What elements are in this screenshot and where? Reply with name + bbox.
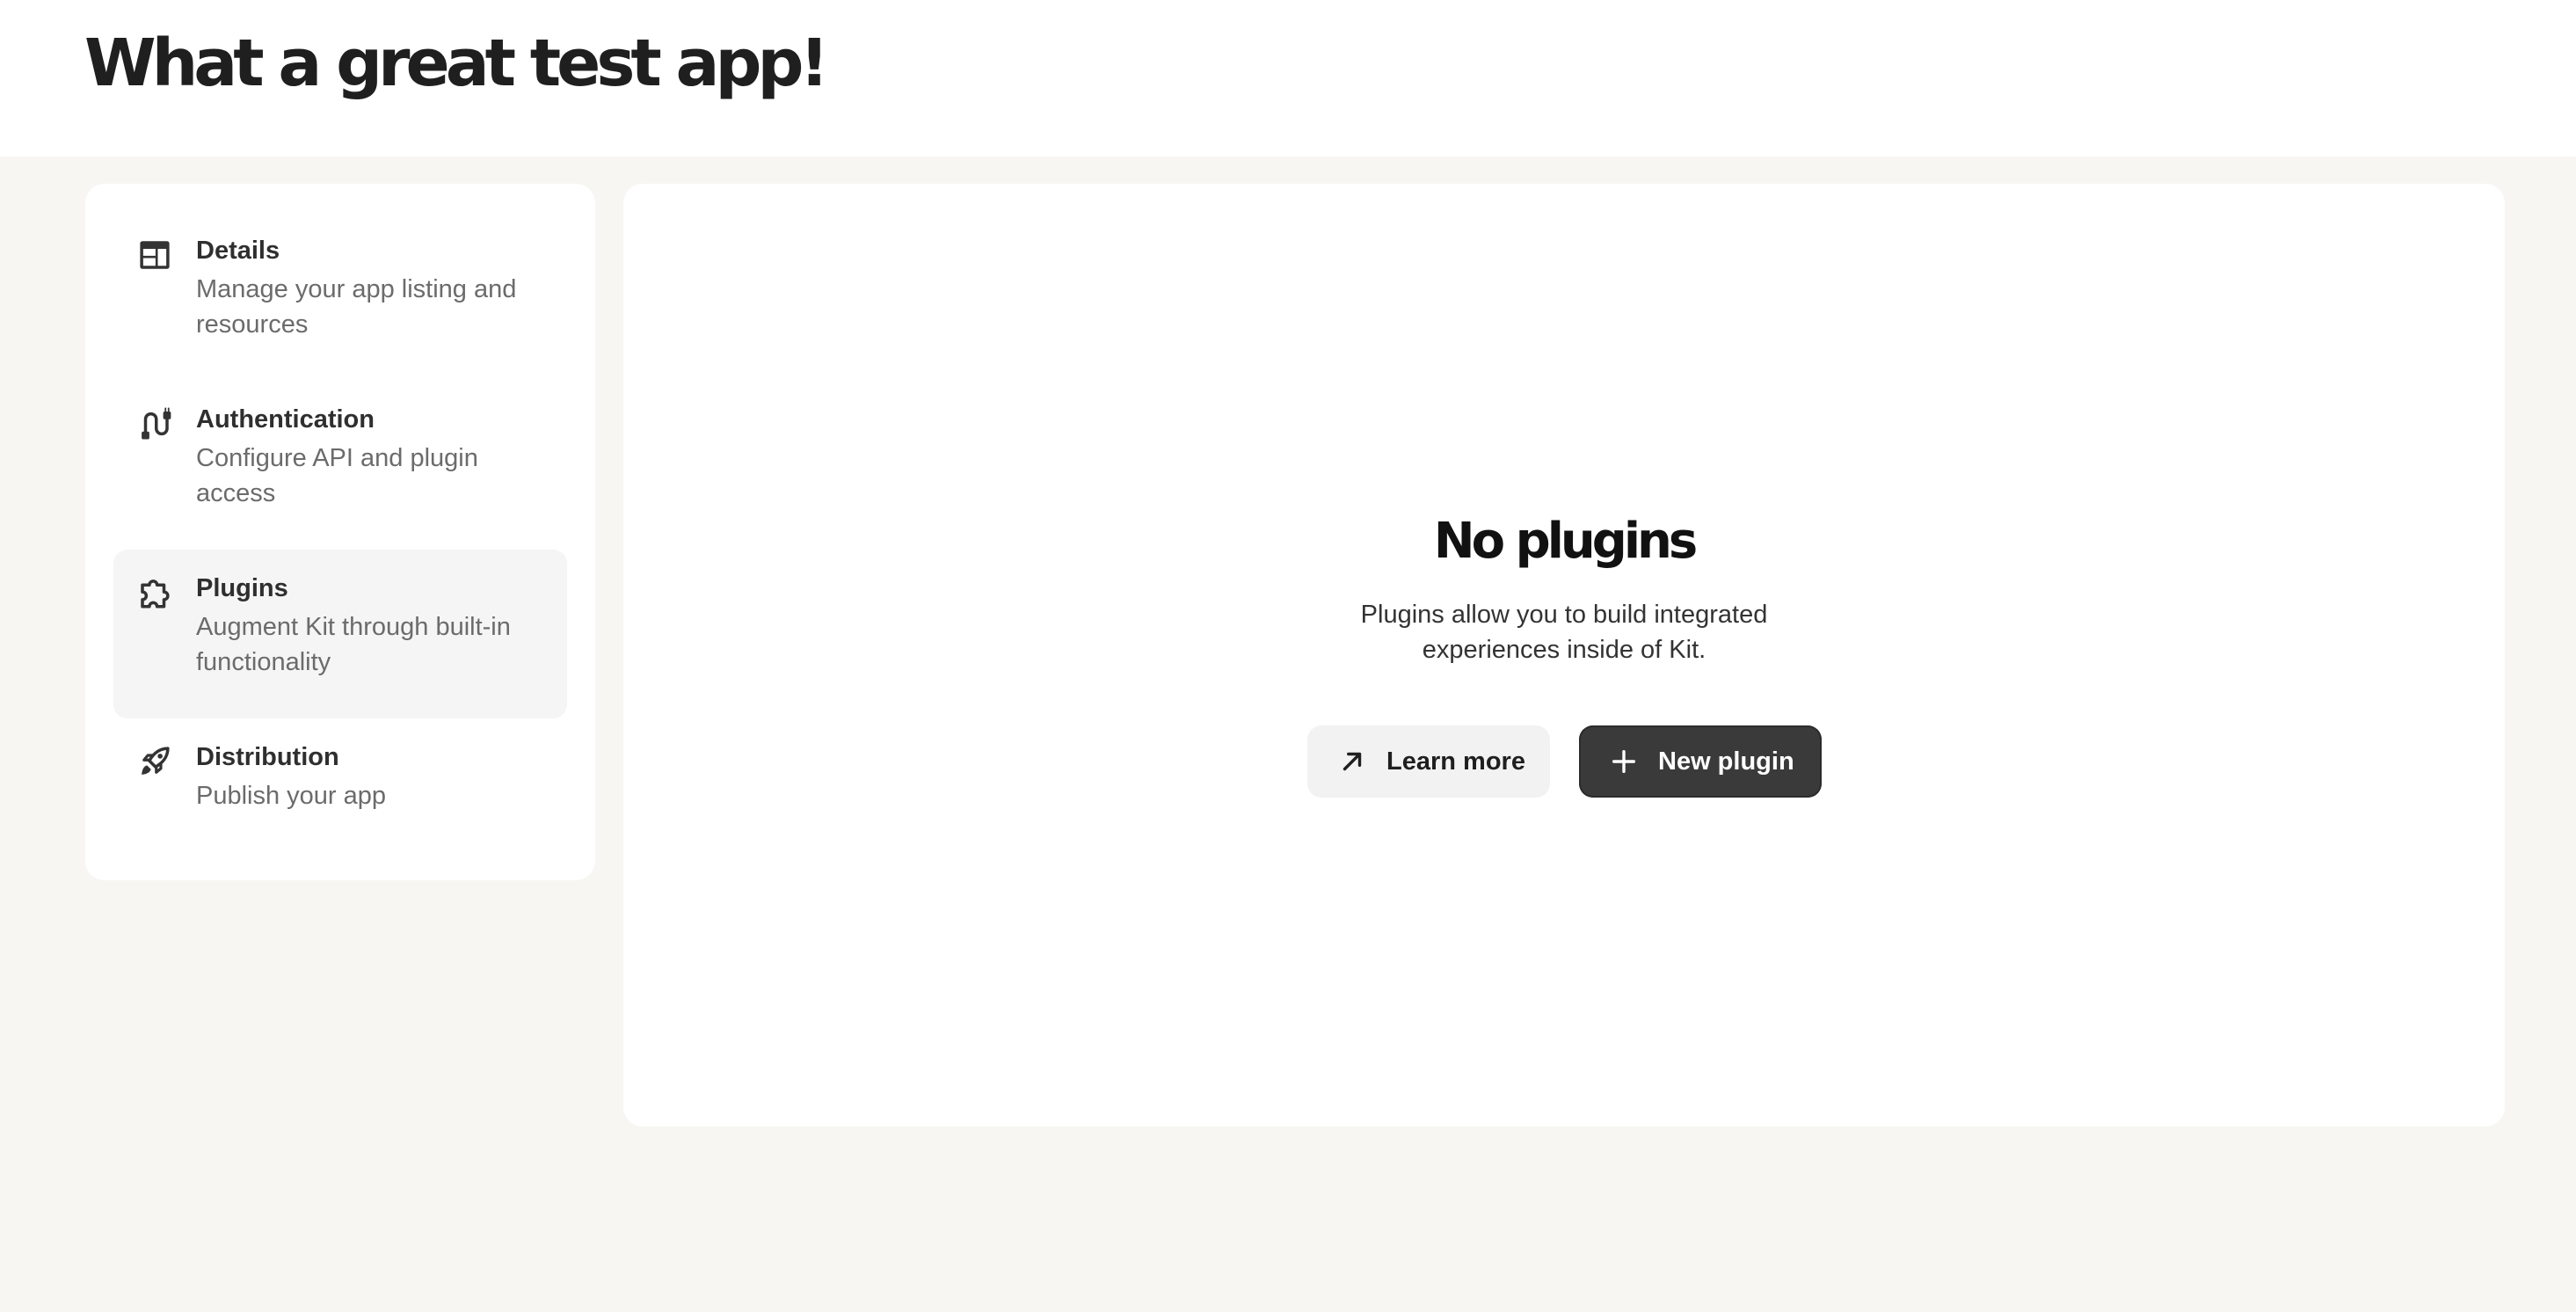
empty-state-description: Plugins allow you to build integrated ex…	[1360, 601, 1768, 664]
puzzle-icon	[136, 574, 173, 611]
sidebar-item-details[interactable]: Details Manage your app listing and reso…	[113, 212, 567, 381]
sidebar-item-description: Configure API and plugin access	[196, 444, 478, 507]
arrow-up-right-icon	[1337, 747, 1367, 776]
new-plugin-button[interactable]: New plugin	[1579, 725, 1822, 798]
sidebar-item-plugins[interactable]: Plugins Augment Kit through built-in fun…	[113, 550, 567, 718]
learn-more-button[interactable]: Learn more	[1307, 725, 1550, 798]
plus-icon	[1609, 747, 1639, 776]
new-plugin-label: New plugin	[1658, 747, 1794, 776]
sidebar-item-label: Distribution	[196, 743, 339, 771]
app-header: What a great test app!	[0, 0, 2576, 157]
page-title: What a great test app!	[84, 26, 829, 101]
sidebar-item-label: Plugins	[196, 574, 288, 602]
sidebar-item-label: Details	[196, 237, 280, 265]
layout-icon	[136, 237, 173, 273]
sidebar-item-distribution[interactable]: Distribution Publish your app	[113, 718, 567, 887]
plug-cable-icon	[136, 405, 173, 442]
plugins-panel: No plugins Plugins allow you to build in…	[623, 184, 2505, 1126]
sidebar-item-description: Publish your app	[196, 782, 387, 810]
sidebar: Details Manage your app listing and reso…	[85, 184, 595, 880]
sidebar-item-description: Augment Kit through built-in functionali…	[196, 613, 511, 676]
empty-state-title: No plugins	[1433, 513, 1698, 570]
sidebar-item-description: Manage your app listing and resources	[196, 275, 517, 339]
sidebar-item-label: Authentication	[196, 405, 375, 434]
learn-more-label: Learn more	[1386, 747, 1525, 776]
rocket-icon	[136, 743, 173, 780]
sidebar-item-authentication[interactable]: Authentication Configure API and plugin …	[113, 381, 567, 550]
